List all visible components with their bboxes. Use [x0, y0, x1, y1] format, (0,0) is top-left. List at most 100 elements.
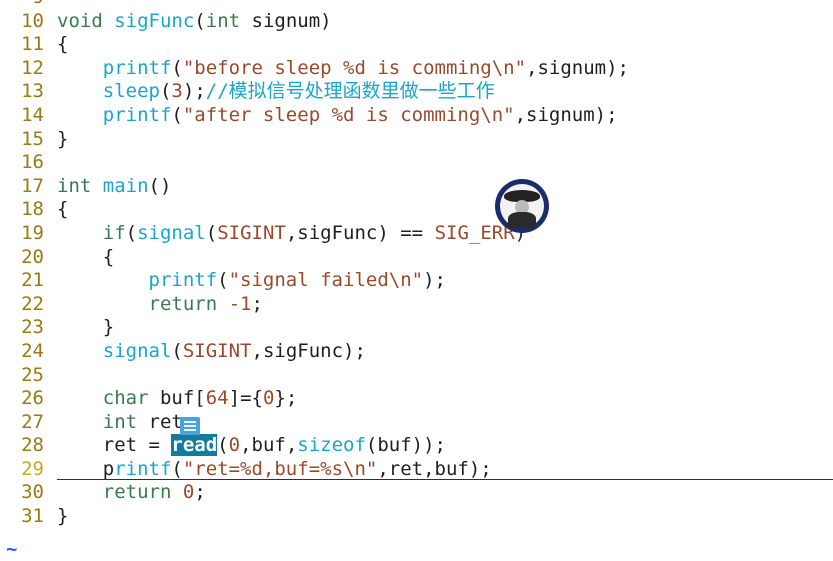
code-token: -1 [228, 292, 252, 315]
code-line[interactable]: 21 printf("signal failed\n"); [0, 269, 833, 293]
code-text: void sigFunc(int signum) [57, 10, 332, 34]
code-token: ,buf, [240, 434, 298, 457]
code-token: 0 [182, 481, 195, 504]
code-line[interactable]: 19 if(signal(SIGINT,sigFunc) == SIG_ERR) [0, 222, 833, 246]
code-token: () [148, 174, 172, 197]
code-token: 0 [262, 387, 275, 410]
code-token: SIGINT [182, 339, 252, 362]
code-line[interactable]: 9 [0, 0, 833, 10]
code-token: }; [274, 387, 298, 410]
code-text: ret = read(0,buf,sizeof(buf)); [57, 434, 446, 458]
code-text: } [57, 316, 114, 340]
code-line[interactable]: 20 { [0, 246, 833, 270]
code-line[interactable]: 26 char buf[64]={0}; [0, 387, 833, 411]
code-text: return -1; [57, 293, 263, 317]
line-number: 10 [21, 9, 44, 32]
code-text: { [57, 246, 114, 270]
code-token: { [57, 198, 69, 221]
line-number: 24 [21, 339, 44, 362]
code-token: rintf [114, 457, 172, 480]
code-line[interactable]: 17 int main() [0, 175, 833, 199]
code-line[interactable]: 16 [0, 151, 833, 175]
code-token: ; [251, 292, 263, 315]
code-token: main [102, 174, 149, 197]
code-token: { [57, 245, 115, 268]
code-token: { [57, 33, 69, 56]
code-text: signal(SIGINT,sigFunc); [57, 340, 366, 364]
line-number: 15 [21, 127, 44, 150]
code-line[interactable]: 27 int ret; [0, 411, 833, 435]
code-token: int [57, 174, 92, 197]
code-token: sleep [102, 80, 160, 103]
note-icon[interactable] [180, 417, 200, 435]
code-token: ,signum); [514, 103, 618, 126]
code-token: signum) [240, 9, 332, 32]
code-line[interactable]: 25 [0, 364, 833, 388]
code-token: ,ret,buf); [377, 457, 492, 480]
search-highlight: read [171, 434, 218, 457]
code-token: } [57, 505, 69, 528]
code-text: printf("before sleep %d is comming\n",si… [57, 57, 629, 81]
line-number: 21 [21, 269, 44, 292]
code-token: sigFunc [114, 9, 195, 32]
code-token: ( [159, 80, 172, 103]
code-token: if [102, 221, 126, 244]
code-line[interactable]: 24 signal(SIGINT,sigFunc); [0, 340, 833, 364]
code-token: signal [137, 221, 206, 244]
code-token: ret = [57, 434, 172, 457]
code-token: void [57, 9, 103, 32]
code-text: char buf[64]={0}; [57, 387, 298, 411]
avatar-icon[interactable] [495, 179, 549, 233]
code-editor[interactable]: 910void sigFunc(int signum)11{12 printf(… [0, 0, 833, 529]
code-line[interactable]: 15} [0, 128, 833, 152]
code-token: char [102, 387, 149, 410]
line-number: 27 [21, 410, 44, 433]
line-number: 12 [21, 56, 44, 79]
code-token: SIGINT [217, 221, 286, 244]
line-number: 16 [21, 151, 44, 174]
code-line[interactable]: 11 { [0, 33, 833, 57]
line-number: 11 [21, 33, 44, 56]
code-token: ,sigFunc) == [285, 221, 435, 244]
code-line[interactable]: 13 sleep(3);//模拟信号处理函数里做一些工作 [0, 80, 833, 104]
code-line[interactable]: 31} [0, 505, 833, 529]
code-text: { [57, 33, 68, 57]
code-line[interactable]: 12 printf("before sleep %d is comming\n"… [0, 57, 833, 81]
line-number: 17 [21, 174, 44, 197]
code-token: ( [171, 56, 183, 79]
code-token: printf [102, 56, 172, 79]
code-text: printf("after sleep %d is comming\n",sig… [57, 104, 618, 128]
code-token: ,sigFunc); [251, 339, 366, 362]
line-number: 23 [21, 316, 44, 339]
code-line[interactable]: 23 } [0, 316, 833, 340]
code-token: } [57, 316, 115, 339]
code-text: int main() [57, 175, 171, 199]
code-line[interactable]: 29 printf("ret=%d,buf=%s\n",ret,buf); [0, 458, 833, 482]
code-line[interactable]: 28 ret = read(0,buf,sizeof(buf)); [0, 434, 833, 458]
code-token: ( [217, 434, 229, 457]
code-line[interactable]: 18 { [0, 198, 833, 222]
code-text: return 0; [57, 481, 206, 505]
line-number: 30 [21, 481, 44, 504]
code-line[interactable]: 30 return 0; [0, 481, 833, 505]
code-text: } [57, 505, 68, 529]
code-token: ( [171, 339, 183, 362]
code-line[interactable]: 10 void sigFunc(int signum) [0, 10, 833, 34]
line-number: 28 [21, 434, 44, 457]
code-line[interactable]: 22 return -1; [0, 293, 833, 317]
code-token: ); [182, 80, 206, 103]
code-token: ,signum); [526, 56, 629, 79]
code-line[interactable]: 14 printf("after sleep %d is comming\n",… [0, 104, 833, 128]
code-token: 3 [171, 80, 183, 103]
line-number: 22 [21, 292, 44, 315]
code-token: printf [102, 103, 172, 126]
code-token: sizeof [297, 434, 366, 457]
